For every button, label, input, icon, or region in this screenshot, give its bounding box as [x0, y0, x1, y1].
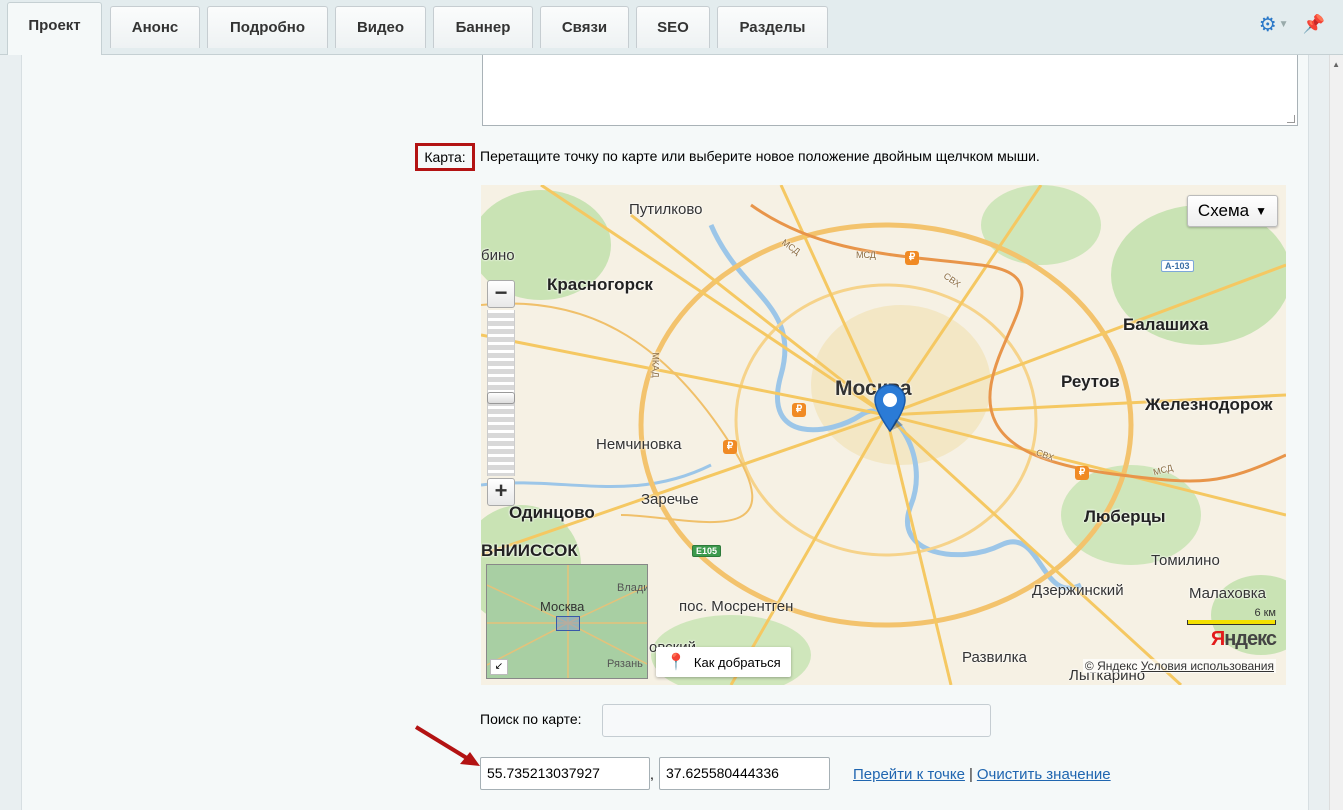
map-marker-icon: 📍: [666, 654, 686, 671]
ruble-poi-icon: ₽: [1075, 466, 1089, 480]
map-field-label: Карта:: [415, 143, 475, 171]
location-pin-icon[interactable]: [873, 383, 907, 435]
scale-bar: [1187, 620, 1276, 625]
road-shield-e105: E105: [692, 545, 722, 557]
ruble-poi-icon: ₽: [792, 403, 806, 417]
scroll-up-icon[interactable]: ▲: [1332, 60, 1340, 69]
place-zheleznodorozh: Железнодорож: [1145, 395, 1273, 414]
place-nemchinovka: Немчиновка: [596, 436, 682, 453]
place-balashikha: Балашиха: [1123, 315, 1209, 334]
map-type-label: Схема: [1197, 201, 1250, 220]
zoom-slider[interactable]: [487, 310, 515, 476]
pin-icon[interactable]: 📌: [1303, 14, 1325, 35]
scale-label: 6 км: [1254, 607, 1276, 619]
copyright-text: © Яндекс: [1084, 659, 1138, 673]
tab-seo[interactable]: SEO: [636, 6, 710, 48]
chevron-down-icon[interactable]: ▼: [1279, 19, 1289, 30]
place-dzerzhinsky: Дзержинский: [1032, 582, 1124, 599]
coord-separator: ,: [650, 766, 654, 782]
place-razvilka: Развилка: [962, 649, 1027, 666]
map-search-input[interactable]: [602, 704, 991, 737]
map-hint: Перетащите точку по карте или выберите н…: [480, 148, 1040, 164]
tab-video[interactable]: Видео: [335, 6, 426, 48]
link-separator: |: [968, 766, 973, 783]
map-type-dropdown[interactable]: Схема ▼: [1186, 195, 1278, 227]
tab-sections[interactable]: Разделы: [717, 6, 828, 48]
place-mosrentgen: пос. Мосрентген: [679, 598, 794, 615]
tab-links[interactable]: Связи: [540, 6, 629, 48]
resize-grip-icon[interactable]: [1287, 115, 1295, 123]
road-label-mkad: МКАД: [650, 352, 661, 378]
minimap-collapse-icon[interactable]: ↙: [490, 659, 508, 675]
tab-banner[interactable]: Баннер: [433, 6, 533, 48]
minimap-label-ryazan: Рязань: [607, 658, 643, 670]
ruble-poi-icon: ₽: [905, 251, 919, 265]
gear-icon[interactable]: ⚙: [1259, 12, 1277, 37]
description-textarea[interactable]: [482, 55, 1298, 126]
zoom-control: − +: [487, 280, 515, 506]
place-malakhovka: Малаховка: [1189, 585, 1266, 602]
place-tomilino: Томилино: [1151, 552, 1220, 569]
yandex-logo-rest: ндекс: [1224, 628, 1277, 650]
left-frame: [0, 55, 22, 810]
annotation-arrow-icon: [414, 725, 480, 766]
tab-announce[interactable]: Анонс: [110, 6, 200, 48]
zoom-in-button[interactable]: +: [487, 478, 515, 506]
minimap-label-moskva: Москва: [540, 599, 585, 614]
tab-project[interactable]: Проект: [7, 2, 102, 55]
clear-value-link[interactable]: Очистить значение: [977, 766, 1111, 783]
yandex-logo[interactable]: Яндекс: [1210, 628, 1277, 651]
tab-bar: Проект Анонс Подробно Видео Баннер Связи…: [0, 0, 1343, 55]
scrollbar[interactable]: [1329, 55, 1343, 810]
longitude-field[interactable]: 37.625580444336: [659, 757, 830, 790]
place-krasnogorsk: Красногорск: [547, 275, 653, 294]
route-button[interactable]: 📍 Как добраться: [656, 647, 791, 677]
road-shield-a103: А-103: [1161, 260, 1194, 272]
place-bino: бино: [481, 247, 515, 264]
zoom-slider-handle[interactable]: [487, 392, 515, 404]
minimap-viewport[interactable]: [556, 616, 580, 631]
minimap[interactable]: Москва Влади Рязань ↙: [486, 564, 648, 679]
place-lyubertsy: Люберцы: [1084, 507, 1166, 526]
place-reutov: Реутов: [1061, 372, 1120, 391]
map-copyright: © Яндекс Условия использования: [1082, 659, 1276, 673]
yandex-logo-y: Я: [1210, 628, 1225, 650]
map-scale: 6 км: [1187, 607, 1276, 625]
place-zarechye: Заречье: [641, 491, 699, 508]
place-vniissok: ВНИИССОК: [481, 541, 578, 560]
place-putilkovo: Путилково: [629, 201, 703, 218]
chevron-down-icon: ▼: [1255, 204, 1267, 218]
terms-link[interactable]: Условия использования: [1141, 659, 1274, 673]
tab-details[interactable]: Подробно: [207, 6, 328, 48]
yandex-map[interactable]: Путилково бино Красногорск Москва Балаши…: [481, 185, 1286, 685]
minimap-label-vladimir: Влади: [617, 582, 648, 594]
route-button-label: Как добраться: [693, 654, 781, 670]
goto-point-link[interactable]: Перейти к точке: [853, 766, 965, 783]
coord-actions: Перейти к точке | Очистить значение: [853, 766, 1111, 783]
search-label: Поиск по карте:: [480, 711, 582, 727]
place-odintsovo: Одинцово: [509, 503, 595, 522]
latitude-field[interactable]: 55.735213037927: [480, 757, 650, 790]
ruble-poi-icon: ₽: [723, 440, 737, 454]
road-label-msd-2: МСД: [856, 250, 876, 260]
zoom-out-button[interactable]: −: [487, 280, 515, 308]
